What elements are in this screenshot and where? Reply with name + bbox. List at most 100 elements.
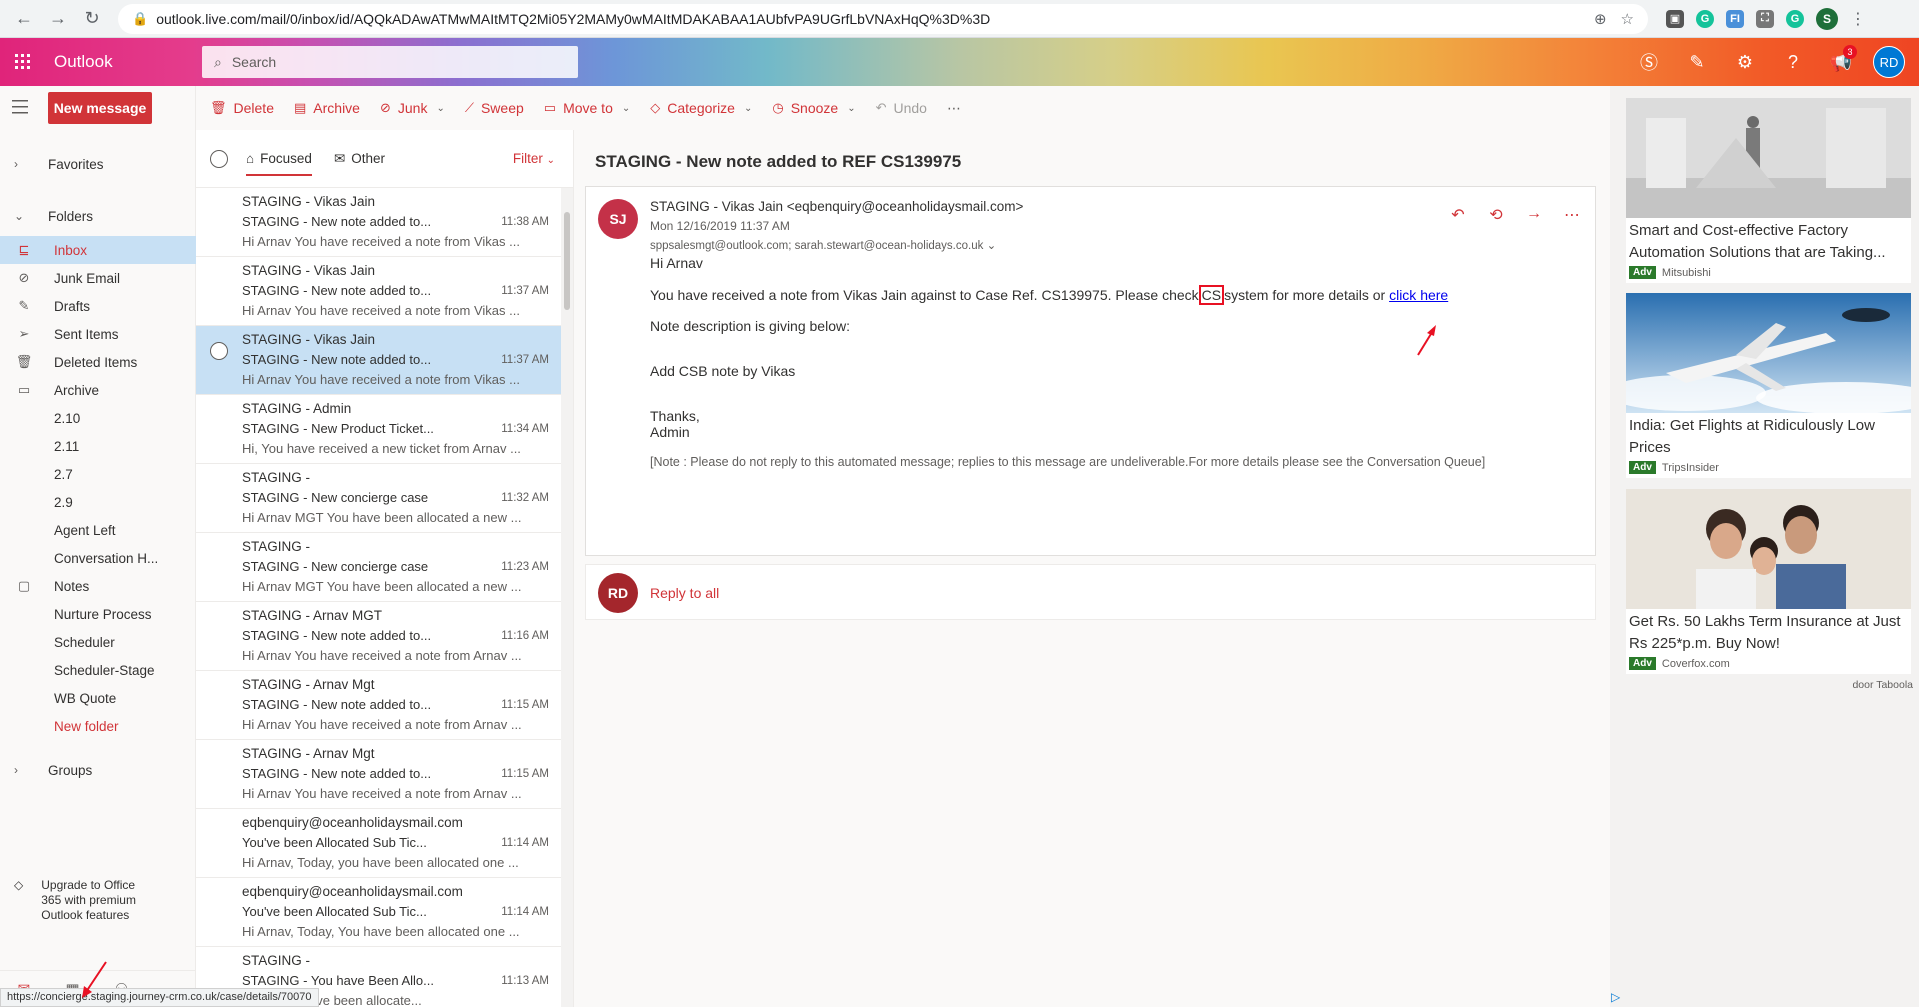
email-actions: ↶ ⟲ → ⋯	[1449, 205, 1581, 225]
app-brand[interactable]: Outlook	[54, 52, 202, 72]
folder-2-10[interactable]: 2.10	[0, 404, 196, 432]
add-icon[interactable]: ⊕	[1594, 10, 1607, 28]
grammarly-icon[interactable]: G	[1786, 9, 1804, 28]
scrollbar-thumb[interactable]	[564, 212, 570, 310]
more-icon[interactable]: ⋯	[1563, 205, 1581, 225]
tab-focused[interactable]: ⌂ Focused	[246, 130, 312, 188]
folder-label: Archive	[54, 382, 100, 398]
message-sender: STAGING -	[242, 953, 311, 968]
menu-icon[interactable]: ⋮	[1850, 9, 1866, 29]
user-avatar: RD	[598, 573, 638, 613]
search-input[interactable]: ⌕ Search	[202, 46, 578, 78]
move-to-button[interactable]: ▭ Move to ⌄	[544, 100, 631, 116]
folder-archive[interactable]: ▭ Archive	[0, 376, 196, 404]
filter-button[interactable]: Filter ⌄	[513, 151, 555, 166]
reload-icon[interactable]: ↻	[78, 5, 106, 33]
recipients[interactable]: sppsalesmgt@outlook.com; sarah.stewart@o…	[650, 238, 996, 252]
folder-wb-quote[interactable]: WB Quote	[0, 684, 196, 712]
address-bar[interactable]: 🔒 outlook.live.com/mail/0/inbox/id/AQQkA…	[118, 3, 1648, 34]
folder-scheduler-stage[interactable]: Scheduler-Stage	[0, 656, 196, 684]
hamburger-menu-icon[interactable]	[12, 100, 32, 114]
reply-bar[interactable]: RD Reply to all	[585, 564, 1596, 620]
click-here-link[interactable]: click here	[1389, 287, 1448, 303]
help-icon[interactable]: ?	[1771, 38, 1815, 86]
message-preview: Hi Arnav You have received a note from V…	[242, 234, 520, 249]
ad-card[interactable]: Smart and Cost-effective Factory Automat…	[1626, 98, 1911, 283]
list-item[interactable]: STAGING - Vikas Jain STAGING - New note a…	[196, 257, 573, 326]
reply-all-button[interactable]: Reply to all	[650, 585, 719, 601]
upgrade-promo[interactable]: ◇ Upgrade to Office 365 with premium Out…	[14, 878, 184, 923]
profile-avatar[interactable]: S	[1816, 7, 1838, 30]
folder-2-11[interactable]: 2.11	[0, 432, 196, 460]
list-item[interactable]: STAGING - STAGING - New concierge case 11:…	[196, 533, 573, 602]
sender-avatar[interactable]: SJ	[598, 199, 638, 239]
folder-junk-email[interactable]: ⊘ Junk Email	[0, 264, 196, 292]
account-button[interactable]: RD	[1867, 38, 1911, 86]
message-subject: STAGING - You have Been Allo...	[242, 973, 434, 988]
whats-new-icon[interactable]: 📢 3	[1819, 38, 1863, 86]
favorites-toggle[interactable]: › Favorites	[0, 150, 196, 178]
folder-sent-items[interactable]: ➢ Sent Items	[0, 320, 196, 348]
snooze-button[interactable]: ◷ Snooze ⌄	[772, 100, 855, 116]
message-preview: Hi Arnav You have received a note from V…	[242, 303, 520, 318]
folder-2-9[interactable]: 2.9	[0, 488, 196, 516]
screenshot-icon[interactable]: ⛶	[1756, 9, 1774, 28]
message-list-scrollbar[interactable]	[561, 188, 573, 1007]
app-launcher-icon[interactable]	[0, 38, 46, 86]
list-item[interactable]: STAGING - Arnav MGT STAGING - New note ad…	[196, 602, 573, 671]
select-radio[interactable]	[210, 342, 228, 360]
sweep-button[interactable]: ⟋ Sweep	[465, 100, 524, 116]
reply-icon[interactable]: ↶	[1449, 205, 1467, 225]
bookmark-star-icon[interactable]: ☆	[1621, 10, 1634, 28]
list-item[interactable]: STAGING - Arnav Mgt STAGING - New note ad…	[196, 740, 573, 809]
folder-agent-left[interactable]: Agent Left	[0, 516, 196, 544]
new-folder-link[interactable]: New folder	[0, 712, 196, 740]
extension-icon[interactable]: ▣	[1666, 9, 1684, 28]
list-item[interactable]: STAGING - Admin STAGING - New Product Tic…	[196, 395, 573, 464]
tab-other[interactable]: ✉ Other	[334, 130, 385, 188]
todo-icon[interactable]: ✎	[1675, 38, 1719, 86]
junk-button[interactable]: ⊘ Junk ⌄	[380, 100, 445, 116]
reply-all-icon[interactable]: ⟲	[1487, 205, 1505, 225]
skype-icon[interactable]: Ⓢ	[1627, 38, 1671, 86]
list-item[interactable]: STAGING - Arnav Mgt STAGING - New note ad…	[196, 671, 573, 740]
grammarly-icon[interactable]: G	[1696, 9, 1714, 28]
settings-gear-icon[interactable]: ⚙	[1723, 38, 1767, 86]
list-item-selected[interactable]: STAGING - Vikas Jain STAGING - New note a…	[196, 326, 573, 395]
categorize-button[interactable]: ◇ Categorize ⌄	[650, 100, 752, 116]
folder-conversation-history[interactable]: Conversation H...	[0, 544, 196, 572]
taboola-credit[interactable]: door Taboola	[1852, 679, 1913, 691]
extension-icon[interactable]: FI	[1726, 9, 1744, 28]
ad-card[interactable]: India: Get Flights at Ridiculously Low P…	[1626, 293, 1911, 478]
folder-inbox[interactable]: ⊑ Inbox	[0, 236, 196, 264]
select-all-checkbox[interactable]	[210, 149, 228, 168]
more-actions-button[interactable]: ⋯	[947, 100, 961, 117]
list-item[interactable]: STAGING - Vikas Jain STAGING - New note a…	[196, 188, 573, 257]
ad-card[interactable]: Get Rs. 50 Lakhs Term Insurance at Just …	[1626, 489, 1911, 674]
folder-label: Inbox	[54, 242, 88, 258]
ad-source: Mitsubishi	[1661, 266, 1711, 279]
email-line-2: Note description is giving below:	[650, 318, 850, 334]
folder-drafts[interactable]: ✎ Drafts	[0, 292, 196, 320]
folder-deleted-items[interactable]: 🗑 Deleted Items	[0, 348, 196, 376]
forward-icon[interactable]: →	[1525, 205, 1543, 225]
list-item[interactable]: eqbenquiry@oceanholidaysmail.com You've b…	[196, 809, 573, 878]
archive-button[interactable]: ▤ Archive	[294, 100, 360, 116]
sender-address[interactable]: STAGING - Vikas Jain <eqbenquiry@oceanho…	[650, 199, 1023, 214]
message-time: 11:37 AM	[501, 285, 549, 297]
delete-button[interactable]: 🗑 Delete	[210, 100, 274, 116]
list-item[interactable]: eqbenquiry@oceanholidaysmail.com You've b…	[196, 878, 573, 947]
list-item[interactable]: STAGING - STAGING - New concierge case 11:…	[196, 464, 573, 533]
folder-nurture-process[interactable]: Nurture Process	[0, 600, 196, 628]
new-message-button[interactable]: New message	[48, 92, 152, 124]
groups-toggle[interactable]: › Groups	[0, 756, 196, 784]
folders-toggle[interactable]: ⌄ Folders	[0, 202, 196, 230]
adchoices-icon[interactable]: ▷	[1611, 990, 1620, 1004]
back-icon[interactable]: ←	[10, 5, 38, 33]
forward-icon[interactable]: →	[44, 5, 72, 33]
folder-2-7[interactable]: 2.7	[0, 460, 196, 488]
undo-button[interactable]: ↶ Undo	[876, 100, 927, 116]
ad-badge: Adv	[1629, 266, 1656, 279]
folder-scheduler[interactable]: Scheduler	[0, 628, 196, 656]
folder-notes[interactable]: ▢ Notes	[0, 572, 196, 600]
